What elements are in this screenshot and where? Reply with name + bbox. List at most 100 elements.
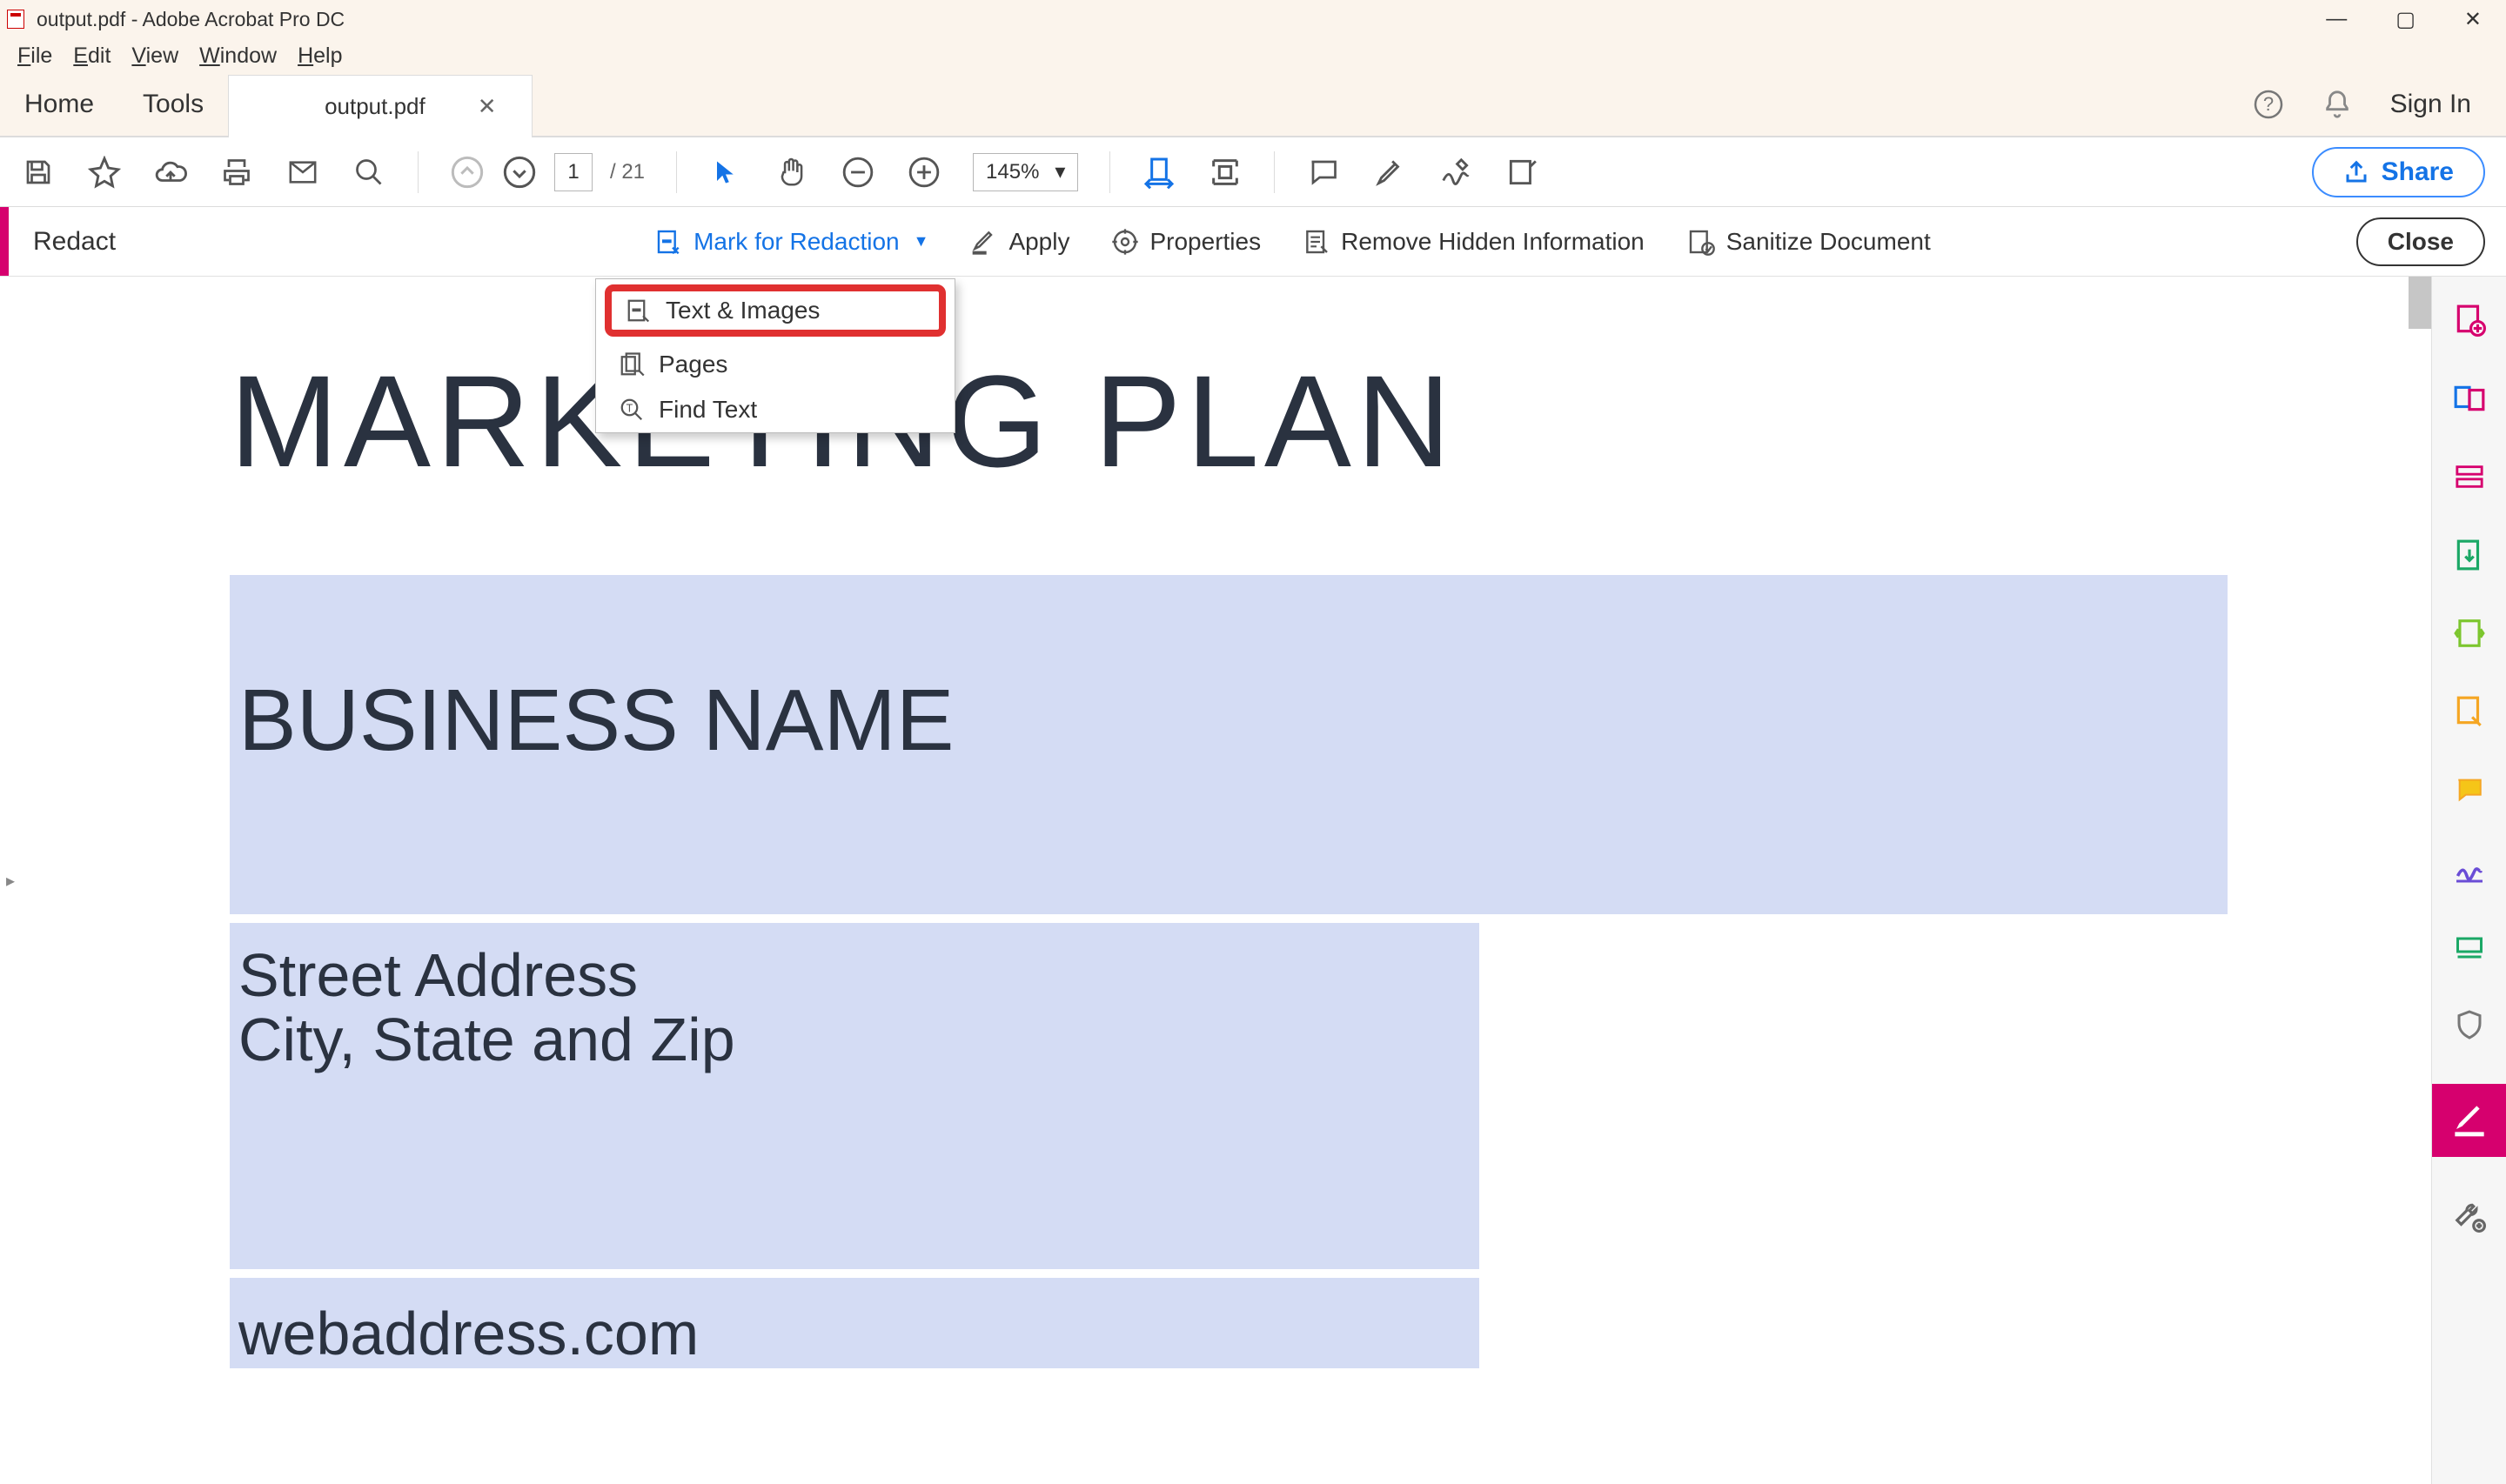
rail-fill-sign-icon[interactable]: [2450, 849, 2489, 887]
mail-icon[interactable]: [285, 155, 320, 190]
rail-export-pdf-icon[interactable]: [2450, 536, 2489, 574]
dropdown-pages-label: Pages: [659, 351, 727, 378]
business-name-box: BUSINESS NAME: [230, 575, 2228, 914]
zoom-select[interactable]: 145% ▾: [973, 153, 1078, 191]
minimize-button[interactable]: —: [2326, 7, 2347, 32]
toolbar-separator: [676, 151, 677, 193]
menu-window[interactable]: Window: [192, 42, 284, 70]
rail-protect-icon[interactable]: [2450, 1006, 2489, 1044]
rail-create-pdf-icon[interactable]: [2450, 301, 2489, 339]
share-label: Share: [2382, 157, 2454, 187]
share-button[interactable]: Share: [2312, 147, 2485, 197]
star-icon[interactable]: [87, 155, 122, 190]
menu-help[interactable]: Help: [291, 42, 349, 70]
comment-icon[interactable]: [1306, 155, 1341, 190]
menu-view[interactable]: View: [124, 42, 185, 70]
hand-icon[interactable]: [774, 155, 809, 190]
zoom-out-icon[interactable]: [841, 155, 875, 190]
street-text: Street Address: [238, 944, 1471, 1008]
cloud-upload-icon[interactable]: [153, 155, 188, 190]
redact-toolbar: Redact Mark for Redaction ▼ Apply Proper…: [0, 207, 2506, 277]
page-number-input[interactable]: [554, 153, 593, 191]
remove-hidden-button[interactable]: Remove Hidden Information: [1303, 228, 1645, 256]
tab-close-icon[interactable]: ✕: [478, 93, 497, 120]
redact-accent: [0, 207, 9, 276]
stamp-icon[interactable]: [1504, 155, 1539, 190]
mark-for-redaction-button[interactable]: Mark for Redaction ▼: [655, 228, 928, 256]
tab-tools[interactable]: Tools: [118, 73, 228, 136]
right-tool-rail: [2431, 277, 2506, 1484]
rail-edit-pdf-icon[interactable]: [2450, 458, 2489, 496]
properties-icon: [1111, 228, 1139, 256]
pointer-icon[interactable]: [708, 155, 743, 190]
highlight-icon[interactable]: [1372, 155, 1407, 190]
zoom-in-icon[interactable]: [907, 155, 941, 190]
chevron-down-icon: ▾: [1055, 159, 1065, 184]
rail-comment-icon[interactable]: [2450, 771, 2489, 809]
dropdown-text-images-label: Text & Images: [666, 297, 820, 324]
fit-page-icon[interactable]: [1208, 155, 1243, 190]
properties-button[interactable]: Properties: [1111, 228, 1261, 256]
rail-send-icon[interactable]: [2450, 692, 2489, 731]
redact-mark-icon: [655, 228, 683, 256]
menu-file[interactable]: File: [10, 42, 59, 70]
page-up-icon[interactable]: [450, 155, 485, 190]
remove-hidden-icon: [1303, 228, 1330, 256]
scrollbar-thumb[interactable]: [2409, 277, 2431, 329]
document-page: MARKETING PLAN BUSINESS NAME Street Addr…: [230, 346, 2231, 1368]
svg-text:T: T: [626, 403, 633, 415]
rail-organize-icon[interactable]: [2450, 614, 2489, 652]
bell-icon[interactable]: [2322, 90, 2352, 119]
close-redact-button[interactable]: Close: [2356, 217, 2485, 266]
svg-text:?: ?: [2262, 93, 2273, 115]
apply-label: Apply: [1008, 228, 1069, 256]
rail-scan-icon[interactable]: [2450, 927, 2489, 966]
workspace: ▸ MARKETING PLAN BUSINESS NAME Street Ad…: [0, 277, 2506, 1484]
city-text: City, State and Zip: [238, 1008, 1471, 1073]
find-text-icon: T: [619, 397, 645, 423]
dropdown-find-text[interactable]: T Find Text: [596, 387, 955, 432]
apply-button[interactable]: Apply: [970, 228, 1069, 256]
dropdown-find-text-label: Find Text: [659, 396, 757, 424]
title-bar: output.pdf - Adobe Acrobat Pro DC — ▢ ✕: [0, 0, 2506, 38]
sanitize-icon: [1686, 228, 1716, 256]
left-panel-toggle[interactable]: ▸: [0, 277, 21, 1484]
apply-icon: [970, 228, 998, 256]
sanitize-button[interactable]: Sanitize Document: [1686, 228, 1931, 256]
menu-bar: File Edit View Window Help: [0, 38, 2506, 73]
dropdown-text-images[interactable]: Text & Images: [605, 284, 946, 337]
sign-in-link[interactable]: Sign In: [2390, 90, 2471, 119]
maximize-button[interactable]: ▢: [2395, 7, 2416, 32]
help-icon[interactable]: ?: [2253, 89, 2284, 120]
search-icon[interactable]: [352, 155, 386, 190]
menu-edit[interactable]: Edit: [66, 42, 117, 70]
window-controls: — ▢ ✕: [2326, 7, 2499, 32]
app-icon: [7, 9, 28, 30]
toolbar-separator: [1109, 151, 1110, 193]
sign-icon[interactable]: [1438, 155, 1473, 190]
window-title: output.pdf - Adobe Acrobat Pro DC: [37, 8, 345, 31]
web-text: webaddress.com: [238, 1299, 1471, 1368]
save-icon[interactable]: [21, 155, 56, 190]
rail-combine-icon[interactable]: [2450, 379, 2489, 418]
dropdown-pages[interactable]: Pages: [596, 342, 955, 387]
tab-document-label: output.pdf: [325, 93, 425, 120]
sanitize-label: Sanitize Document: [1726, 228, 1931, 256]
properties-label: Properties: [1149, 228, 1261, 256]
text-images-icon: [626, 297, 652, 324]
document-area[interactable]: MARKETING PLAN BUSINESS NAME Street Addr…: [21, 277, 2431, 1484]
tab-bar: Home Tools output.pdf ✕ ? Sign In: [0, 73, 2506, 137]
pages-icon: [619, 351, 645, 378]
tab-document[interactable]: output.pdf ✕: [228, 75, 532, 137]
page-down-icon[interactable]: [502, 155, 537, 190]
print-icon[interactable]: [219, 155, 254, 190]
mark-for-redaction-label: Mark for Redaction: [694, 228, 900, 256]
tab-home[interactable]: Home: [0, 73, 118, 136]
close-window-button[interactable]: ✕: [2464, 7, 2482, 32]
web-box: webaddress.com: [230, 1278, 1479, 1368]
mark-redaction-dropdown: Text & Images Pages T Find Text: [595, 278, 955, 433]
rail-redact-icon[interactable]: [2432, 1084, 2506, 1157]
redact-label: Redact: [33, 227, 116, 257]
rail-more-tools-icon[interactable]: [2450, 1197, 2489, 1235]
fit-width-icon[interactable]: [1142, 155, 1176, 190]
